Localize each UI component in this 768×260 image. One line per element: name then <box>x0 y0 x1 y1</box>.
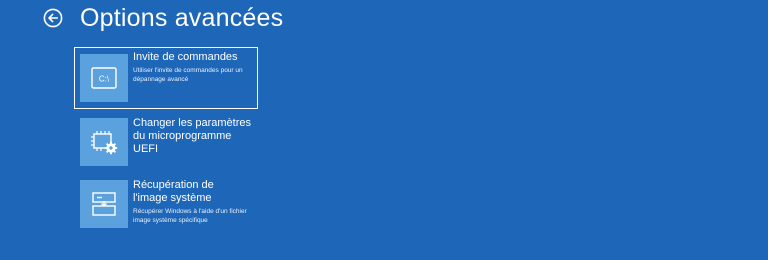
back-button[interactable] <box>43 8 63 28</box>
option-description: Utiliser l'invite de commandes pour un d… <box>133 67 243 83</box>
command-prompt-icon-text: C:\ <box>99 75 110 84</box>
option-system-image-recovery[interactable]: Récupération de l'image système Récupére… <box>75 177 257 233</box>
command-prompt-icon: C:\ <box>91 67 117 89</box>
option-title: Changer les paramètres du microprogramme… <box>133 117 252 155</box>
option-tile: C:\ <box>80 54 128 102</box>
system-image-recovery-icon <box>92 192 116 216</box>
option-tile <box>80 180 128 228</box>
uefi-chip-gear-icon <box>91 131 118 155</box>
page-title: Options avancées <box>80 4 284 32</box>
option-command-prompt[interactable]: C:\ Invite de commandes Utiliser l'invit… <box>74 47 258 109</box>
option-tile <box>80 118 128 166</box>
option-title: Récupération de l'image système <box>133 179 214 204</box>
option-uefi-settings[interactable]: Changer les paramètres du microprogramme… <box>75 115 257 171</box>
option-title: Invite de commandes <box>133 51 238 63</box>
option-description: Récupérer Windows à l'aide d'un fichier … <box>133 208 247 224</box>
back-arrow-icon <box>43 8 63 28</box>
